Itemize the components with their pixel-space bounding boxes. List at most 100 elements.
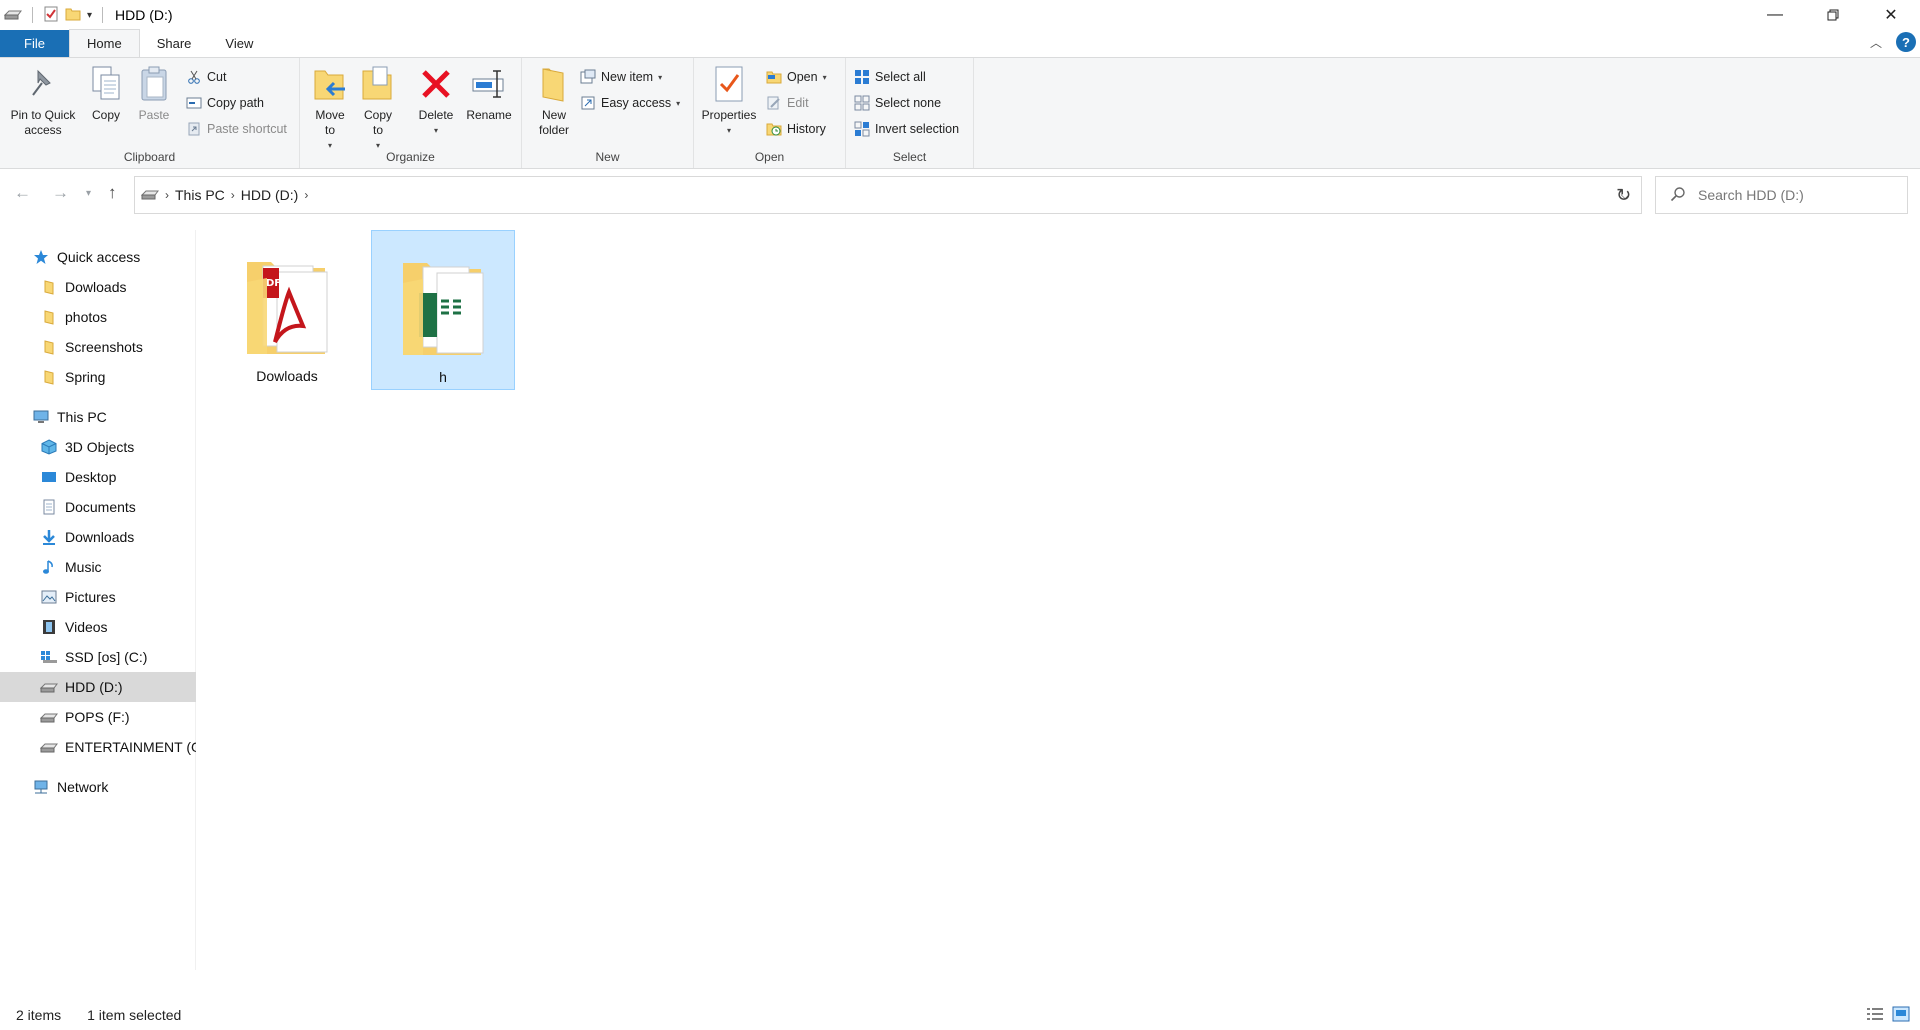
navigation-bar: ← → ▾ ↑ › This PC › HDD (D:) › ⌵ ↻ Searc… [0,176,1920,214]
details-view-icon[interactable] [1866,1006,1884,1025]
edit-button[interactable]: Edit [766,92,809,114]
document-icon [40,498,58,516]
easy-access-button[interactable]: Easy access ▾ [580,92,680,114]
film-icon [40,618,58,636]
sidebar-item-dowloads[interactable]: Dowloads [0,272,196,302]
cube-icon [40,438,58,456]
open-group-label: Open [754,150,785,164]
file-list[interactable]: DF Dowloads h [197,214,1920,994]
folder-icon [40,338,58,356]
breadcrumb-this-pc[interactable]: This PC [175,187,225,203]
invert-selection-button[interactable]: Invert selection [854,118,959,140]
new-group: New folder New item ▾ Easy access ▾ New [522,58,694,168]
up-arrow-icon[interactable]: ↑ [108,183,117,203]
back-arrow-icon[interactable]: ← [14,183,31,203]
copy-path-button[interactable]: Copy path [186,92,264,114]
scissors-icon [186,69,202,85]
breadcrumb-chevron-icon[interactable]: › [304,188,308,202]
tab-share[interactable]: Share [140,30,209,57]
select-all-icon [854,69,870,85]
search-input[interactable]: Search HDD (D:) [1698,187,1804,203]
sidebar-item-3d-objects[interactable]: 3D Objects [0,432,196,462]
sidebar-item-downloads[interactable]: Downloads [0,522,196,552]
new-item-icon [580,69,596,85]
breadcrumb-chevron-icon[interactable]: › [165,188,169,202]
new-item-button[interactable]: New item ▾ [580,66,662,88]
minimize-ribbon-icon[interactable]: ︿ [1870,34,1882,51]
sidebar-item-desktop[interactable]: Desktop [0,462,196,492]
new-folder-large-icon [536,64,572,104]
drive-icon [40,738,58,756]
large-icons-view-icon[interactable] [1892,1006,1910,1025]
breadcrumb-hdd-d[interactable]: HDD (D:) [241,187,299,203]
sidebar-item-entertainment-g[interactable]: ENTERTAINMENT (G:) [0,732,196,762]
ribbon-tabs: File Home Share View [0,29,1920,57]
sidebar-item-screenshots[interactable]: Screenshots [0,332,196,362]
new-folder-icon[interactable] [65,6,81,25]
search-icon [1670,186,1686,205]
recent-locations-chevron-icon[interactable]: ▾ [86,188,91,199]
sidebar-item-pops-f[interactable]: POPS (F:) [0,702,196,732]
folder-item-h[interactable]: h [371,230,515,390]
invert-selection-icon [854,121,870,137]
open-button[interactable]: Open ▾ [766,66,827,88]
open-group: Properties ▾ Open ▾ Edit History Open [694,58,846,168]
sidebar-item-photos[interactable]: photos [0,302,196,332]
picture-icon [40,588,58,606]
folder-icon [40,278,58,296]
properties-button[interactable]: Properties ▾ [698,64,760,138]
copy-to-button[interactable]: Copy to ▾ [358,64,398,153]
properties-icon[interactable] [43,6,59,25]
sidebar-item-videos[interactable]: Videos [0,612,196,642]
copy-button[interactable]: Copy [86,64,126,123]
sidebar-item-ssd-c[interactable]: SSD [os] (C:) [0,642,196,672]
svg-text:DF: DF [266,278,281,289]
sidebar-item-hdd-d[interactable]: HDD (D:) [0,672,196,702]
sidebar-item-documents[interactable]: Documents [0,492,196,522]
cut-button[interactable]: Cut [186,66,226,88]
tab-file[interactable]: File [0,30,69,57]
sidebar-item-music[interactable]: Music [0,552,196,582]
tab-home[interactable]: Home [69,29,140,57]
delete-x-icon [418,64,454,104]
sidebar-item-spring[interactable]: Spring [0,362,196,392]
properties-large-icon [711,64,747,104]
rename-icon [471,64,507,104]
refresh-icon[interactable]: ↻ [1606,176,1642,214]
restore-button[interactable] [1804,0,1862,30]
minimize-button[interactable]: — [1746,0,1804,30]
help-icon[interactable]: ? [1896,32,1916,52]
forward-arrow-icon[interactable]: → [52,183,69,203]
customize-qat-icon[interactable]: ▾ [87,10,92,21]
breadcrumb-chevron-icon[interactable]: › [231,188,235,202]
windows-drive-icon [40,648,58,666]
sidebar-item-quick-access[interactable]: Quick access [0,242,196,272]
folder-item-dowloads[interactable]: DF Dowloads [215,230,359,390]
sidebar-item-pictures[interactable]: Pictures [0,582,196,612]
close-button[interactable]: ✕ [1862,0,1920,30]
rename-button[interactable]: Rename [464,64,514,123]
easy-access-icon [580,95,596,111]
search-box[interactable]: Search HDD (D:) [1655,176,1908,214]
navigation-pane: Quick access Dowloads photos Screenshots… [0,230,196,970]
delete-button[interactable]: Delete ▾ [414,64,458,138]
pin-to-quick-access-button[interactable]: Pin to Quick access [6,64,80,138]
open-folder-icon [766,69,782,85]
paste-button[interactable]: Paste [134,64,174,123]
new-folder-button[interactable]: New folder [530,64,578,138]
tab-view[interactable]: View [208,30,270,57]
address-bar[interactable]: › This PC › HDD (D:) › ⌵ [134,176,1642,214]
select-all-button[interactable]: Select all [854,66,926,88]
select-group-label: Select [892,150,927,164]
sidebar-item-this-pc[interactable]: This PC [0,402,196,432]
select-none-button[interactable]: Select none [854,92,941,114]
copy-to-icon [360,64,396,104]
pin-icon [25,64,61,104]
history-button[interactable]: History [766,118,826,140]
history-icon [766,121,782,137]
copy-icon [88,64,124,104]
sidebar-item-network[interactable]: Network [0,772,196,802]
pdf-folder-icon: DF [247,262,328,354]
move-to-button[interactable]: Move to ▾ [310,64,350,153]
paste-shortcut-button[interactable]: Paste shortcut [186,118,287,140]
